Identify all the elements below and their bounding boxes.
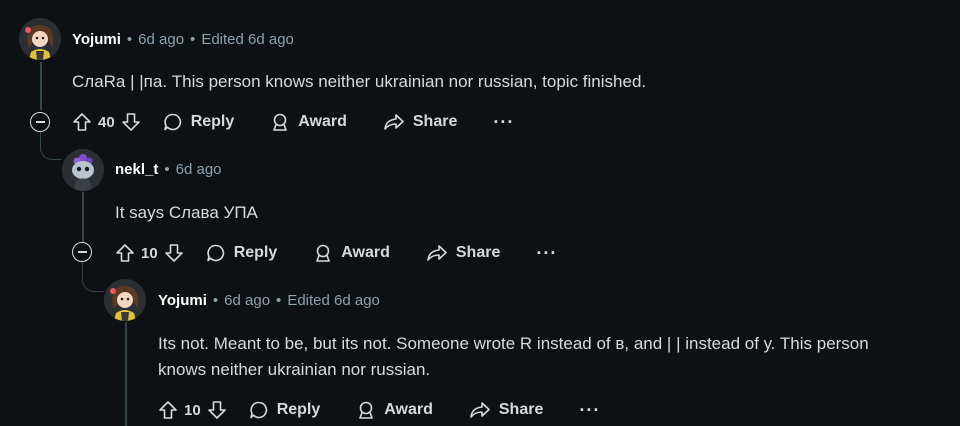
reply-button[interactable]: Reply bbox=[163, 112, 235, 132]
share-icon bbox=[427, 245, 447, 261]
separator-dot: • bbox=[276, 292, 282, 309]
comment-body-line: Its not. Meant to be, but its not. Someo… bbox=[158, 334, 869, 353]
reply-label: Reply bbox=[233, 244, 278, 261]
award-icon bbox=[359, 401, 374, 419]
downvote-icon[interactable] bbox=[164, 243, 184, 263]
separator-dot: • bbox=[212, 292, 219, 309]
comment-actions: 10 Reply Award Share ··· bbox=[158, 395, 600, 425]
thread-line[interactable] bbox=[40, 62, 42, 110]
award-button[interactable]: Award bbox=[270, 112, 347, 132]
yojumi-avatar-icon bbox=[104, 279, 146, 321]
share-label: Share bbox=[455, 244, 501, 261]
share-button[interactable]: Share bbox=[426, 243, 500, 263]
upvote-icon[interactable] bbox=[158, 400, 178, 420]
reply-label: Reply bbox=[276, 401, 321, 418]
upvote-icon[interactable] bbox=[115, 243, 135, 263]
timestamp[interactable]: 6d ago bbox=[176, 161, 222, 178]
award-icon bbox=[316, 244, 331, 262]
award-icon bbox=[273, 113, 288, 131]
more-options-button[interactable]: ··· bbox=[579, 401, 600, 419]
comment-body-line: knows neither ukrainian nor russian. bbox=[158, 360, 431, 379]
share-icon bbox=[470, 402, 490, 418]
user-avatar[interactable] bbox=[62, 149, 104, 191]
award-label: Award bbox=[384, 401, 433, 418]
thread-line[interactable] bbox=[82, 192, 84, 242]
comment-thread: Yojumi • 6d ago • Edited 6d ago СлаRa | |па.… bbox=[0, 0, 960, 426]
separator-dot: • bbox=[164, 161, 170, 178]
speech-bubble-icon bbox=[249, 401, 267, 419]
comment-actions: 10 Reply Award Share ··· bbox=[115, 238, 557, 268]
speech-bubble-icon bbox=[163, 113, 181, 131]
reply-button[interactable]: Reply bbox=[206, 243, 278, 263]
separator-dot: • bbox=[126, 31, 133, 48]
thread-connector bbox=[82, 262, 104, 292]
username-link[interactable]: Yojumi bbox=[72, 31, 121, 48]
reply-button[interactable]: Reply bbox=[249, 400, 321, 420]
collapse-thread-button[interactable] bbox=[72, 242, 92, 262]
comment-body: Its not. Meant to be, but its not. Someo… bbox=[158, 331, 958, 383]
downvote-icon[interactable] bbox=[207, 400, 227, 420]
comment-actions: 40 Reply Award Share ··· bbox=[72, 107, 514, 137]
user-avatar[interactable] bbox=[19, 18, 61, 60]
thread-line[interactable] bbox=[125, 322, 127, 426]
thread-connector bbox=[40, 132, 62, 160]
share-label: Share bbox=[412, 113, 458, 130]
timestamp[interactable]: 6d ago bbox=[224, 292, 270, 309]
username-link[interactable]: Yojumi bbox=[158, 292, 207, 309]
more-options-button[interactable]: ··· bbox=[536, 244, 557, 262]
award-label: Award bbox=[298, 113, 347, 130]
timestamp[interactable]: 6d ago bbox=[138, 31, 184, 48]
comment-body: It says Слава УПА bbox=[115, 203, 258, 222]
yojumi-avatar-icon bbox=[19, 18, 61, 60]
nekl-avatar-icon bbox=[62, 149, 104, 191]
share-button[interactable]: Share bbox=[469, 400, 543, 420]
share-icon bbox=[384, 114, 404, 130]
upvote-icon[interactable] bbox=[72, 112, 92, 132]
award-button[interactable]: Award bbox=[313, 243, 390, 263]
vote-count: 10 bbox=[184, 401, 201, 419]
more-options-button[interactable]: ··· bbox=[493, 113, 514, 131]
award-label: Award bbox=[341, 244, 390, 261]
comment-meta: Yojumi • 6d ago • Edited 6d ago bbox=[158, 291, 380, 311]
edited-label: Edited 6d ago bbox=[201, 31, 294, 48]
vote-count: 10 bbox=[141, 244, 158, 262]
award-button[interactable]: Award bbox=[356, 400, 433, 420]
comment-meta: nekl_t • 6d ago bbox=[115, 160, 222, 180]
downvote-icon[interactable] bbox=[121, 112, 141, 132]
comment-meta: Yojumi • 6d ago • Edited 6d ago bbox=[72, 30, 294, 50]
vote-count: 40 bbox=[98, 113, 115, 131]
separator-dot: • bbox=[190, 31, 196, 48]
share-label: Share bbox=[498, 401, 544, 418]
vote-controls: 40 bbox=[72, 112, 141, 132]
share-button[interactable]: Share bbox=[383, 112, 457, 132]
edited-label: Edited 6d ago bbox=[287, 292, 380, 309]
comment-body: СлаRa | |па. This person knows neither u… bbox=[72, 72, 647, 91]
vote-controls: 10 bbox=[158, 400, 227, 420]
vote-controls: 10 bbox=[115, 243, 184, 263]
speech-bubble-icon bbox=[206, 244, 224, 262]
username-link[interactable]: nekl_t bbox=[115, 161, 158, 178]
user-avatar[interactable] bbox=[104, 279, 146, 321]
collapse-thread-button[interactable] bbox=[30, 112, 50, 132]
reply-label: Reply bbox=[190, 113, 235, 130]
